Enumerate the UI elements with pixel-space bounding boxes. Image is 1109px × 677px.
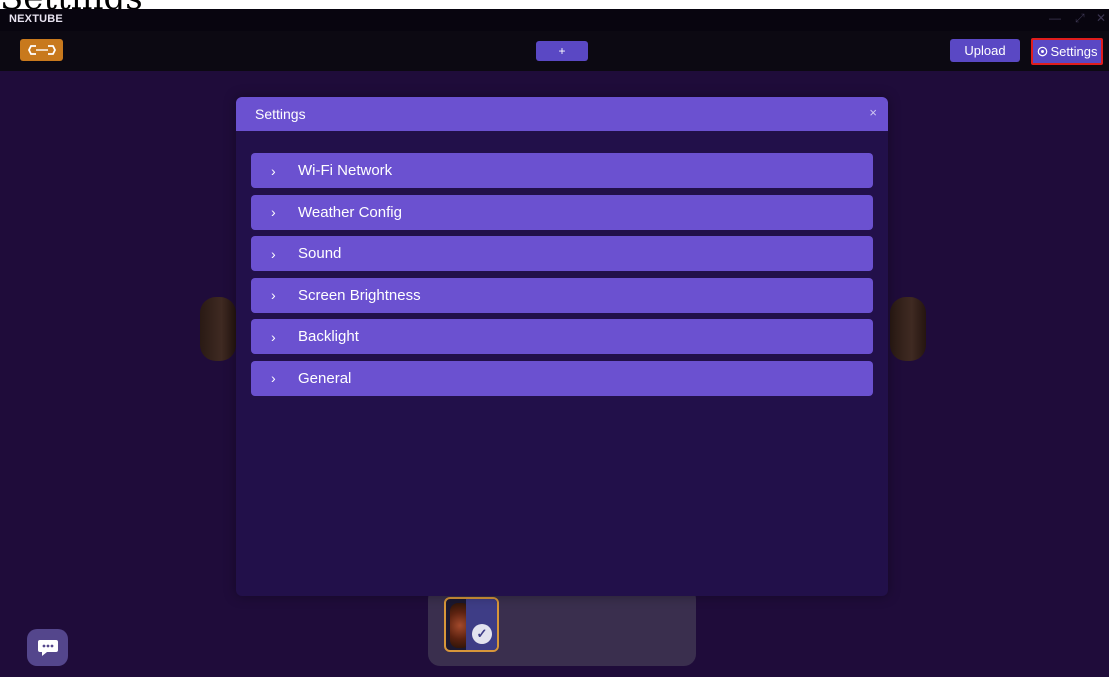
accordion-item-label: Sound (298, 245, 342, 263)
logo-button[interactable] (20, 39, 63, 61)
device-preview-right (890, 297, 926, 361)
accordion-item-backlight[interactable]: › Backlight (251, 319, 873, 355)
accordion-item-label: Weather Config (298, 203, 402, 221)
app-name: NEXTUBE (9, 13, 63, 25)
upload-button[interactable]: Upload (950, 39, 1020, 62)
accordion-item-label: Wi-Fi Network (298, 162, 393, 179)
accordion-item-screen-brightness[interactable]: › Screen Brightness (251, 277, 873, 313)
toolbar: + Upload Settings (0, 31, 1109, 71)
chevron-right-icon: › (271, 162, 276, 179)
dialog-header: Settings × (236, 97, 888, 131)
accordion-item-label: Screen Brightness (298, 286, 421, 304)
device-preview-left (200, 297, 236, 361)
nextube-logo-icon (27, 45, 56, 55)
check-circle-icon: ✓ (472, 624, 492, 644)
accordion-item-label: General (298, 369, 352, 387)
chat-button[interactable] (27, 629, 68, 666)
close-icon[interactable]: ✕ (1096, 11, 1106, 25)
dialog-title: Settings (255, 106, 306, 122)
chevron-right-icon: › (271, 287, 276, 304)
title-bar: NEXTUBE — ⤢ ✕ (0, 9, 1109, 31)
accordion-item-weather-config[interactable]: › Weather Config (251, 194, 873, 230)
settings-accordion: › Wi-Fi Network › Weather Config › Sound… (251, 153, 873, 403)
restore-icon[interactable]: ⤢ (1075, 11, 1085, 26)
accordion-item-wifi-network[interactable]: › Wi-Fi Network (251, 153, 873, 188)
chevron-right-icon: › (271, 245, 276, 262)
chat-bubble-icon (37, 639, 58, 656)
nextube-app-window: NEXTUBE — ⤢ ✕ + Upload Settings ✓ Settin… (0, 9, 1109, 677)
close-icon[interactable]: × (869, 105, 877, 120)
accordion-item-general[interactable]: › General (251, 360, 873, 396)
add-button[interactable]: + (536, 41, 588, 61)
chevron-right-icon: › (271, 328, 276, 345)
theme-thumbnail[interactable]: ✓ (444, 597, 499, 652)
accordion-item-sound[interactable]: › Sound (251, 236, 873, 272)
minimize-icon[interactable]: — (1049, 11, 1061, 25)
chevron-right-icon: › (271, 204, 276, 221)
settings-dialog: Settings × › Wi-Fi Network › Weather Con… (236, 97, 888, 596)
accordion-item-label: Backlight (298, 328, 359, 346)
gear-icon (1037, 46, 1047, 57)
settings-button[interactable]: Settings (1031, 38, 1103, 65)
settings-button-label: Settings (1050, 44, 1098, 59)
chevron-right-icon: › (271, 370, 276, 387)
